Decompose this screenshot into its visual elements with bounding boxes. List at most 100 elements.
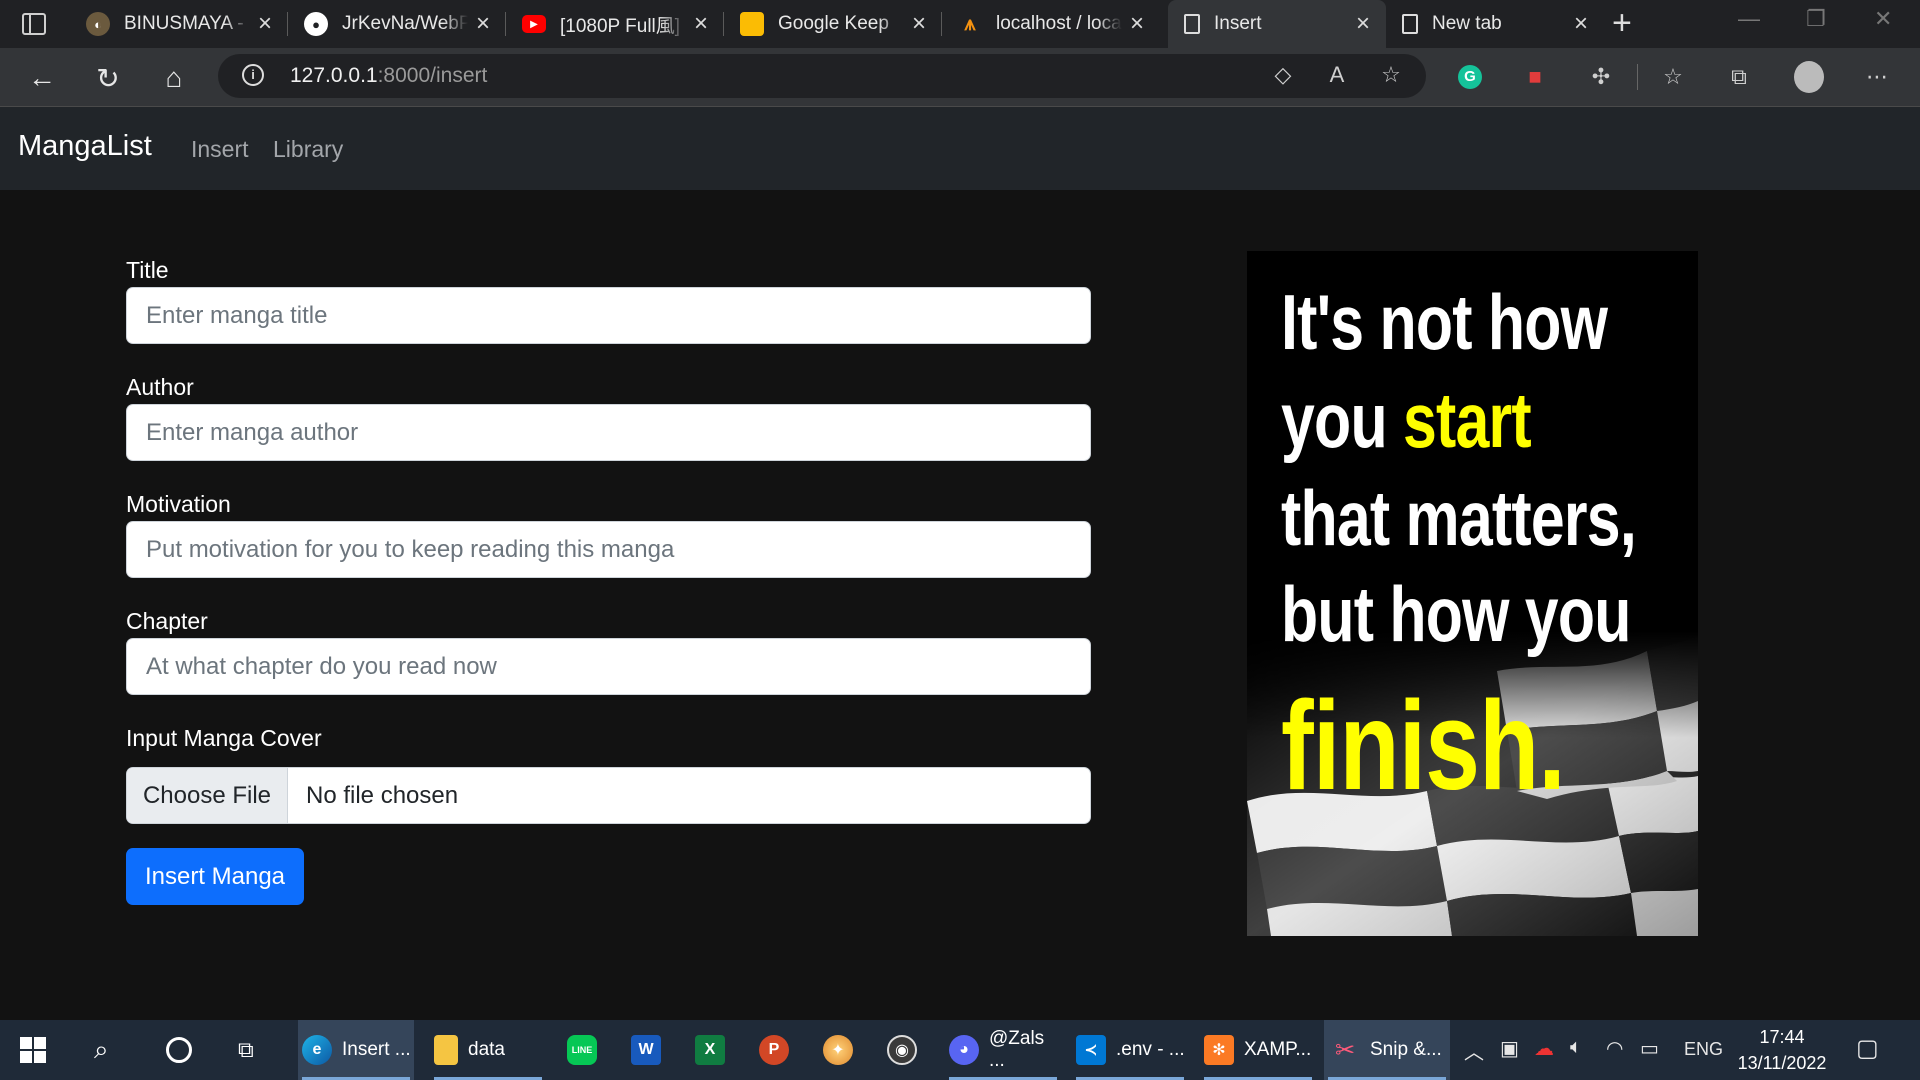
restore-icon[interactable]: ❐ [1806, 6, 1826, 32]
add-favorite-icon[interactable]: ☆ [1376, 60, 1406, 90]
motivation-input[interactable] [126, 521, 1091, 578]
clock-time: 17:44 [1759, 1027, 1805, 1047]
motivation-poster: It's not how you start that matters, but… [1247, 251, 1698, 936]
tab-google-keep[interactable]: Google Keep × [724, 0, 942, 48]
poster-line-4: but how you [1281, 570, 1631, 658]
taskbar-app-explorer[interactable]: data [430, 1020, 546, 1080]
motivation-label: Motivation [126, 491, 231, 517]
nav-library[interactable]: Library [273, 136, 343, 163]
read-aloud-icon[interactable]: A [1322, 60, 1352, 90]
tab-actions-icon[interactable] [22, 13, 46, 35]
poster-line-1: It's not how [1281, 278, 1608, 366]
more-icon[interactable]: ⋯ [1862, 62, 1892, 92]
insert-manga-button[interactable]: Insert Manga [126, 848, 304, 905]
site-info-icon[interactable]: i [242, 64, 264, 86]
address-bar[interactable]: i 127.0.0.1:8000/insert ◇ A ☆ [218, 54, 1426, 98]
title-input[interactable] [126, 287, 1091, 344]
close-icon[interactable]: × [1348, 10, 1378, 38]
choose-file-button[interactable]: Choose File [127, 768, 288, 823]
brand-link[interactable]: MangaList [18, 130, 152, 163]
taskbar-app-word[interactable]: W [631, 1020, 661, 1080]
obs-icon: ◉ [887, 1035, 917, 1065]
extensions-icon[interactable]: ✣ [1586, 62, 1616, 92]
author-input[interactable] [126, 404, 1091, 461]
close-icon[interactable]: × [1566, 10, 1596, 38]
onedrive-icon[interactable]: ☁ [1534, 1036, 1554, 1061]
taskbar-app-discord[interactable]: ◕ @Zals ... [945, 1020, 1061, 1080]
wifi-icon[interactable]: ◠ [1606, 1036, 1623, 1061]
url-text[interactable]: 127.0.0.1:8000/insert [290, 64, 487, 88]
github-icon: ● [304, 12, 328, 36]
meet-now-icon[interactable]: ▣ [1500, 1036, 1519, 1061]
tab-insert[interactable]: Insert × [1168, 0, 1386, 48]
favorites-icon[interactable]: ☆ [1658, 62, 1688, 92]
word-icon: W [631, 1035, 661, 1065]
grammarly-icon[interactable]: G [1455, 62, 1485, 92]
taskbar-app-excel[interactable]: X [695, 1020, 725, 1080]
astro-icon: ✦ [823, 1035, 853, 1065]
tab-github[interactable]: ● JrKevNa/WebProgramming × [288, 0, 506, 48]
search-icon[interactable]: ⌕ [94, 1020, 109, 1080]
taskbar-app-edge[interactable]: e Insert ... [298, 1020, 414, 1080]
poster-line-5: finish. [1281, 675, 1566, 816]
reload-icon[interactable]: ↻ [90, 60, 126, 96]
taskbar-app-powerpoint[interactable]: P [759, 1020, 789, 1080]
cover-file-input[interactable]: Choose File No file chosen [126, 767, 1091, 824]
snip-icon: ✂ [1334, 1036, 1356, 1064]
task-view-icon[interactable]: ⧉ [238, 1020, 254, 1080]
chapter-label: Chapter [126, 608, 208, 634]
page-icon [1184, 14, 1200, 34]
close-icon[interactable]: × [468, 10, 498, 38]
close-window-icon[interactable]: ✕ [1874, 6, 1892, 32]
xampp-icon: ✻ [1204, 1035, 1234, 1065]
powerpoint-icon: P [759, 1035, 789, 1065]
new-tab-icon[interactable]: + [1612, 4, 1632, 43]
taskbar-app-obs[interactable]: ◉ [887, 1020, 917, 1080]
back-icon[interactable]: ← [24, 60, 60, 96]
phpmyadmin-icon: ⩚ [964, 12, 976, 35]
tab-phpmyadmin[interactable]: ⩚ localhost / localhost × [942, 0, 1160, 48]
show-hidden-icons-icon[interactable]: ︿ [1464, 1036, 1484, 1065]
youtube-icon: ▶ [522, 15, 546, 33]
binusmaya-icon: ◐ [86, 12, 110, 36]
browser-tab-strip: ◐ BINUSMAYA - BINUS University × ● JrKev… [0, 0, 1920, 48]
windows-taskbar: ⌕ ⧉ e Insert ... data LINE W X P ✦ ◉ ◕ @… [0, 1020, 1920, 1080]
close-icon[interactable]: × [904, 10, 934, 38]
poster-line-3: that matters, [1281, 474, 1637, 562]
minimize-icon[interactable]: — [1738, 6, 1760, 32]
taskbar-app-snip[interactable]: ✂ Snip &... [1324, 1020, 1450, 1080]
close-icon[interactable]: × [250, 10, 280, 38]
tab-binusmaya[interactable]: ◐ BINUSMAYA - BINUS University × [70, 0, 288, 48]
nav-insert[interactable]: Insert [191, 136, 249, 163]
taskbar-app-xampp[interactable]: ✻ XAMP... [1200, 1020, 1316, 1080]
windows-icon [20, 1037, 46, 1063]
file-status: No file chosen [306, 782, 459, 809]
cover-label: Input Manga Cover [126, 725, 322, 751]
battery-icon[interactable]: ▭ [1640, 1036, 1659, 1061]
taskbar-app-line[interactable]: LINE [567, 1020, 597, 1080]
cortana-icon[interactable] [166, 1020, 192, 1080]
taskbar-app-astro[interactable]: ✦ [823, 1020, 853, 1080]
home-icon[interactable]: ⌂ [156, 60, 192, 96]
language-indicator[interactable]: ENG [1684, 1039, 1723, 1060]
taskbar-app-vscode[interactable]: ≺ .env - ... [1072, 1020, 1188, 1080]
clock[interactable]: 17:44 13/11/2022 [1730, 1024, 1834, 1076]
profile-avatar[interactable] [1794, 61, 1824, 93]
close-icon[interactable]: × [686, 10, 716, 38]
vscode-icon: ≺ [1076, 1035, 1106, 1065]
tag-icon[interactable]: ◇ [1268, 60, 1298, 90]
notifications-icon[interactable]: ▢ [1856, 1034, 1879, 1063]
chapter-input[interactable] [126, 638, 1091, 695]
camera-extension-icon[interactable]: ■ [1520, 62, 1550, 92]
line-icon: LINE [567, 1035, 597, 1065]
close-icon[interactable]: × [1122, 10, 1152, 38]
collections-icon[interactable]: ⧉ [1724, 62, 1754, 92]
keep-icon [740, 12, 764, 36]
volume-icon[interactable]: 🔈︎ [1570, 1036, 1582, 1059]
tab-new-tab[interactable]: New tab × [1386, 0, 1604, 48]
poster-line-2: you start [1281, 376, 1532, 464]
browser-toolbar: ← ↻ ⌂ i 127.0.0.1:8000/insert ◇ A ☆ G ■ … [0, 48, 1920, 107]
tab-youtube[interactable]: ▶ [1080P Full風] YouTube × [506, 0, 724, 48]
start-button[interactable] [20, 1020, 46, 1080]
clock-date: 13/11/2022 [1737, 1053, 1827, 1073]
